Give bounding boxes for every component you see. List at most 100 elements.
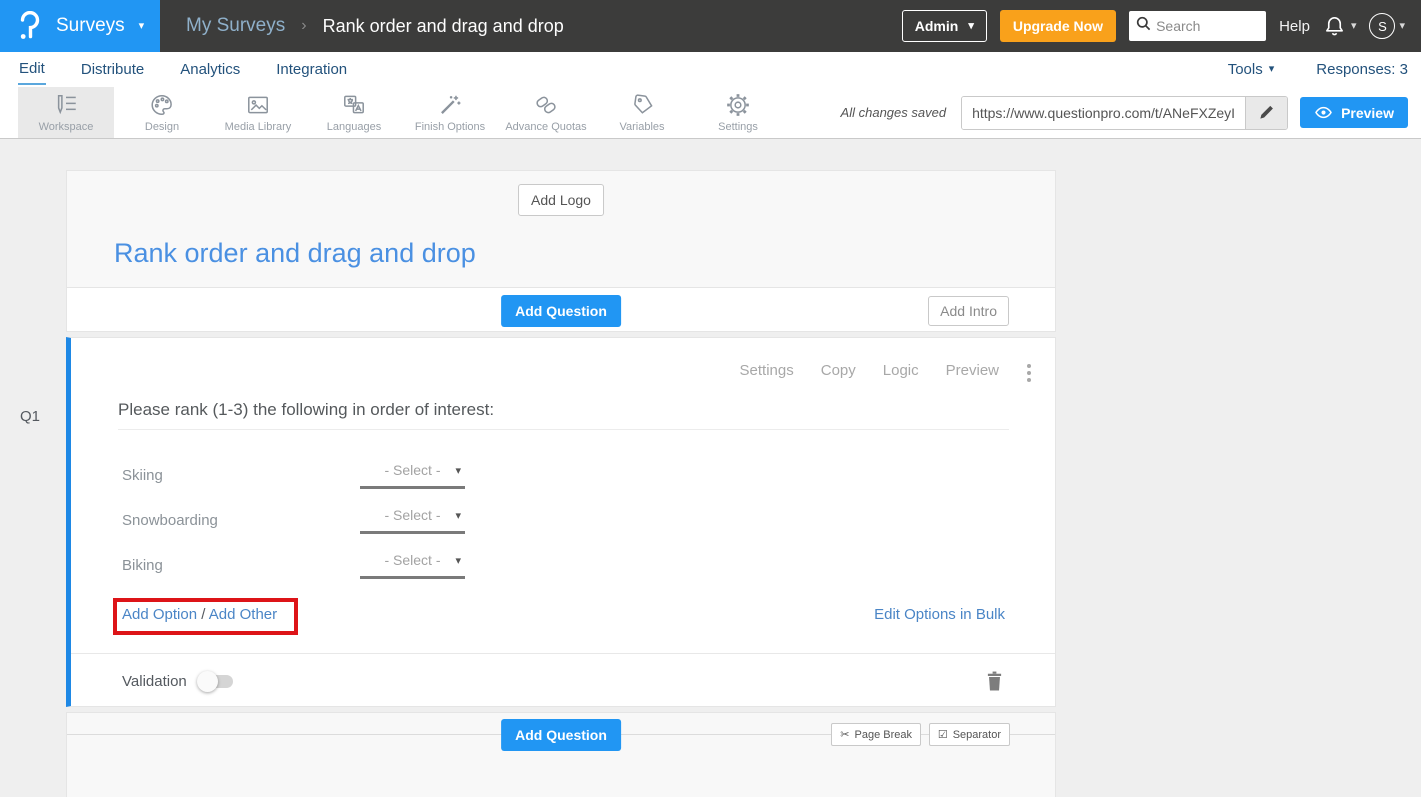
kebab-menu-icon[interactable] (1027, 364, 1031, 382)
upgrade-now-button[interactable]: Upgrade Now (1000, 10, 1116, 42)
account-menu-button[interactable]: S ▾ (1369, 13, 1405, 39)
image-icon (245, 92, 271, 118)
toolbar-label: Finish Options (415, 121, 485, 133)
tab-analytics[interactable]: Analytics (179, 55, 241, 84)
admin-menu-button[interactable]: Admin ▾ (902, 10, 987, 42)
add-logo-button[interactable]: Add Logo (518, 184, 604, 216)
tab-edit[interactable]: Edit (18, 54, 46, 85)
add-option-links: Add Option / Add Other (122, 606, 277, 623)
option-row: Snowboarding - Select - ▾ (122, 505, 465, 535)
question-settings-link[interactable]: Settings (740, 362, 794, 379)
toolbar-label: Variables (619, 121, 664, 133)
toolbar-item-settings[interactable]: Settings (690, 87, 786, 138)
question-card-q1: Settings Copy Logic Preview Please rank … (66, 337, 1056, 707)
toolbar-label: Languages (327, 121, 381, 133)
questionpro-logo-icon (18, 11, 42, 41)
chevron-down-icon: ▾ (455, 466, 461, 477)
breadcrumb: My Surveys › Rank order and drag and dro… (186, 15, 564, 37)
autosave-status: All changes saved (841, 105, 947, 120)
edit-options-in-bulk-link[interactable]: Edit Options in Bulk (874, 606, 1005, 623)
add-question-button-bottom[interactable]: Add Question (501, 719, 621, 751)
option-label-biking[interactable]: Biking (122, 557, 360, 574)
chain-link-icon (533, 92, 559, 118)
preview-button[interactable]: Preview (1300, 97, 1408, 128)
question-number-label: Q1 (20, 408, 40, 425)
breadcrumb-my-surveys[interactable]: My Surveys (186, 15, 285, 37)
question-text-divider (118, 429, 1009, 430)
product-name: Surveys (56, 15, 125, 37)
add-other-link[interactable]: Add Other (209, 606, 277, 623)
survey-url-input[interactable] (962, 97, 1245, 129)
option-label-snowboarding[interactable]: Snowboarding (122, 512, 360, 529)
global-search[interactable] (1129, 11, 1266, 41)
validation-toggle[interactable] (199, 675, 233, 688)
select-placeholder: - Select - (384, 507, 440, 523)
rank-select-snowboarding[interactable]: - Select - ▾ (360, 507, 465, 534)
next-section-area: Add Question ✂ Page Break ☑ Separator (66, 712, 1056, 797)
question-text[interactable]: Please rank (1-3) the following in order… (118, 400, 494, 420)
rank-select-skiing[interactable]: - Select - ▾ (360, 462, 465, 489)
delete-question-button[interactable] (986, 671, 1003, 691)
add-intro-button[interactable]: Add Intro (928, 296, 1009, 326)
toolbar-item-media-library[interactable]: Media Library (210, 87, 306, 138)
chevron-down-icon: ▾ (1269, 64, 1275, 75)
toolbar-label: Design (145, 121, 179, 133)
survey-header-section: Add Logo Rank order and drag and drop (66, 170, 1056, 287)
bell-icon (1323, 14, 1346, 38)
top-navigation-bar: Surveys ▾ My Surveys › Rank order and dr… (0, 0, 1421, 52)
editor-toolbar: Workspace Design Media Library Languages… (0, 87, 1421, 139)
toolbar-item-finish-options[interactable]: Finish Options (402, 87, 498, 138)
avatar: S (1369, 13, 1395, 39)
edit-url-button[interactable] (1245, 97, 1287, 129)
question-footer: Validation (71, 653, 1055, 708)
responses-count-link[interactable]: Responses: 3 (1316, 61, 1408, 78)
question-preview-link[interactable]: Preview (946, 362, 999, 379)
page-break-label: Page Break (855, 729, 912, 741)
trash-icon (986, 671, 1003, 691)
tools-menu[interactable]: Tools ▾ (1228, 61, 1275, 78)
workspace-icon (53, 92, 79, 118)
validation-label: Validation (122, 673, 187, 690)
notifications-button[interactable]: ▾ (1323, 14, 1357, 38)
admin-label: Admin (915, 18, 959, 34)
checkbox-checked-icon: ☑ (938, 728, 948, 741)
select-placeholder: - Select - (384, 552, 440, 568)
rank-select-biking[interactable]: - Select - ▾ (360, 552, 465, 579)
add-option-link[interactable]: Add Option (122, 606, 197, 623)
option-label-skiing[interactable]: Skiing (122, 467, 360, 484)
survey-section-tabs: Edit Distribute Analytics Integration To… (0, 52, 1421, 87)
add-question-row-top: Add Question Add Intro (66, 287, 1056, 332)
preview-label: Preview (1341, 105, 1394, 121)
toolbar-label: Settings (718, 121, 758, 133)
toolbar-item-variables[interactable]: Variables (594, 87, 690, 138)
survey-title[interactable]: Rank order and drag and drop (114, 238, 476, 269)
option-row: Skiing - Select - ▾ (122, 460, 465, 490)
help-link[interactable]: Help (1279, 18, 1310, 35)
chevron-down-icon: ▾ (139, 21, 145, 32)
page-break-button[interactable]: ✂ Page Break (831, 723, 921, 746)
option-row: Biking - Select - ▾ (122, 550, 465, 580)
toolbar-item-advance-quotas[interactable]: Advance Quotas (498, 87, 594, 138)
add-question-button-top[interactable]: Add Question (501, 295, 621, 327)
surveys-product-switcher[interactable]: Surveys ▾ (0, 0, 160, 52)
chevron-down-icon: ▾ (1351, 21, 1357, 32)
tab-integration[interactable]: Integration (275, 55, 348, 84)
pencil-icon (1258, 104, 1275, 121)
question-logic-link[interactable]: Logic (883, 362, 919, 379)
survey-url-field (961, 96, 1288, 130)
toolbar-item-languages[interactable]: Languages (306, 87, 402, 138)
question-copy-link[interactable]: Copy (821, 362, 856, 379)
chevron-down-icon: ▾ (455, 556, 461, 567)
links-separator: / (201, 606, 209, 623)
palette-icon (149, 92, 175, 118)
question-action-menu: Settings Copy Logic Preview (740, 362, 999, 379)
toolbar-label: Advance Quotas (505, 121, 586, 133)
breadcrumb-separator-icon: › (301, 17, 306, 35)
separator-button[interactable]: ☑ Separator (929, 723, 1010, 746)
breadcrumb-current-survey: Rank order and drag and drop (323, 16, 564, 37)
search-input[interactable] (1156, 18, 1259, 34)
toolbar-item-workspace[interactable]: Workspace (18, 87, 114, 138)
translate-icon (341, 92, 367, 118)
tab-distribute[interactable]: Distribute (80, 55, 145, 84)
toolbar-item-design[interactable]: Design (114, 87, 210, 138)
